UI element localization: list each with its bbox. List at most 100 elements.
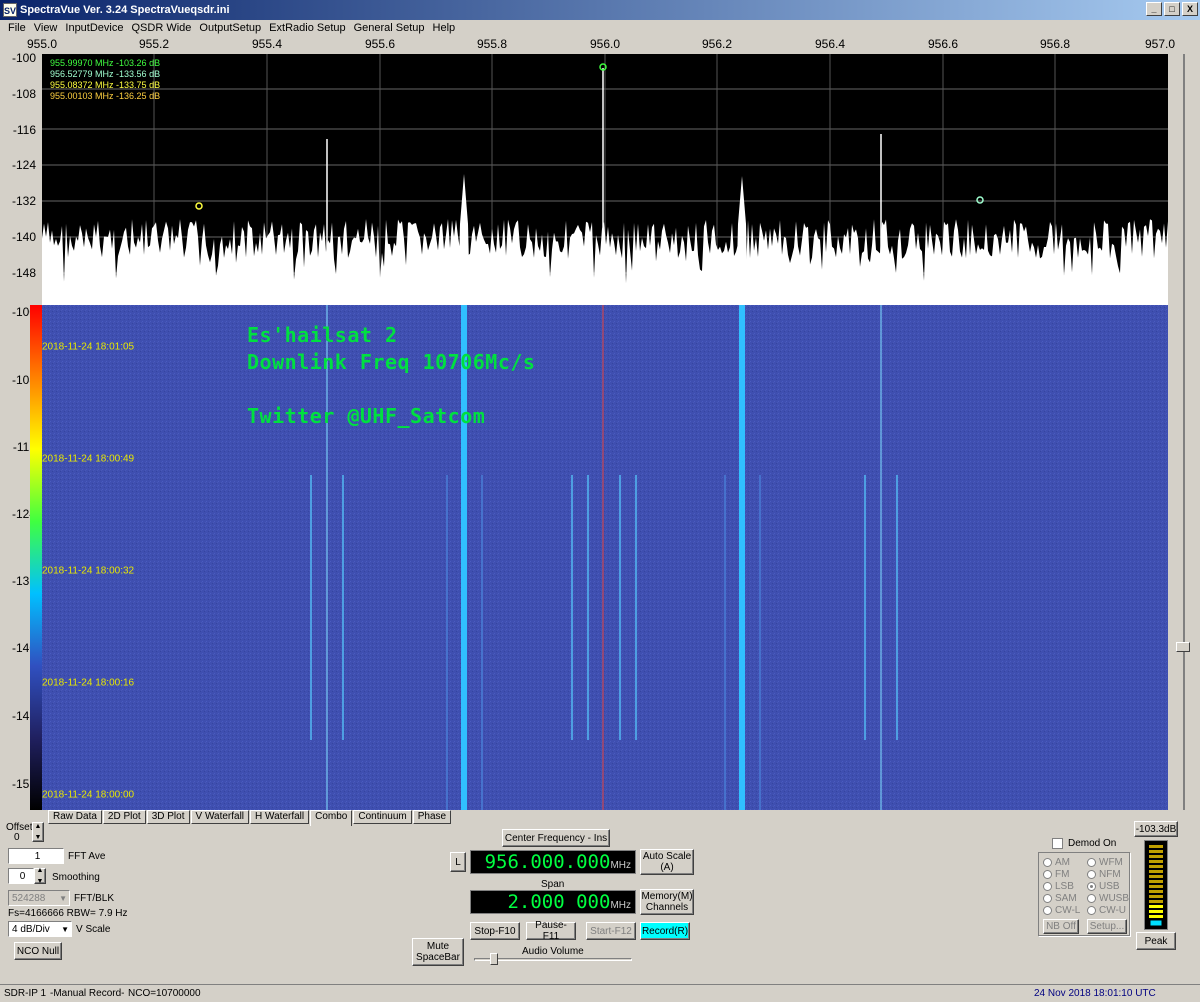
maximize-button[interactable]: □ [1164,2,1180,16]
smoothing-input[interactable]: 0 [8,868,34,884]
vscale-label: V Scale [76,924,111,935]
radio-circle [1087,906,1096,915]
center-frequency-value: 956.000.000 [484,851,611,873]
radio-circle [1043,858,1052,867]
status-bar: SDR-IP 1 -Manual Record- NCO=10700000 24… [0,984,1200,1002]
menu-bar: File View InputDevice QSDR Wide OutputSe… [0,20,1200,36]
offset-value: 0 [14,832,20,843]
vscale-value: 4 dB/Div [12,924,50,935]
waterfall-timestamp: 2018-11-24 18:00:00 [42,789,135,801]
demod-on-checkbox[interactable] [1052,838,1063,849]
view-tabs: Raw Data 2D Plot 3D Plot V Waterfall H W… [48,810,452,826]
radio-cw-u: CW-U [1087,905,1126,916]
radio-circle [1043,906,1052,915]
audio-volume-label: Audio Volume [522,946,584,957]
offset-spinner[interactable]: ▲ ▼ [32,822,44,842]
close-button[interactable]: X [1182,2,1198,16]
status-mode: -Manual Record- [50,988,125,999]
pause-button[interactable]: Pause-F11 [526,920,576,942]
freq-tick-label: 956.8 [1039,37,1071,51]
waterfall-color-scale [30,305,42,810]
tab-phase[interactable]: Phase [412,810,452,824]
radio-cw-l: CW-L [1043,905,1080,916]
window-title: SpectraVue Ver. 3.24 SpectraVueqsdr.ini [20,4,230,16]
record-button[interactable]: Record(R) [640,922,690,940]
marker-readout: 955.00103 MHz -136.25 dB [50,91,161,101]
tab-h-waterfall[interactable]: H Waterfall [250,810,310,824]
waterfall-plot[interactable]: Es'hailsat 2 Downlink Freq 10706Mc/s Twi… [42,305,1168,810]
span-label: Span [541,879,565,890]
tab-raw-data[interactable]: Raw Data [48,810,102,824]
center-frequency-display[interactable]: 956.000.000MHz [470,850,636,874]
menu-view[interactable]: View [30,20,62,36]
freq-tick-label: 956.4 [814,37,846,51]
center-frequency-button[interactable]: Center Frequency - Ins [502,829,610,847]
nco-null-button[interactable]: NCO Null [14,942,62,960]
nb-off-button: NB Off [1043,919,1079,934]
menu-extradio-setup[interactable]: ExtRadio Setup [265,20,349,36]
menu-help[interactable]: Help [429,20,460,36]
menu-general-setup[interactable]: General Setup [350,20,429,36]
mute-button[interactable]: Mute SpaceBar [412,938,464,966]
tab-2d-plot[interactable]: 2D Plot [102,810,146,824]
smoothing-label: Smoothing [52,872,100,883]
fft-ave-label: FFT Ave [68,851,106,862]
marker-readout: 956.52779 MHz -133.56 dB [50,69,161,79]
l-button[interactable]: L [450,852,466,872]
span-display[interactable]: 2.000 000MHz [470,890,636,914]
auto-scale-button[interactable]: Auto Scale (A) [640,849,694,875]
tab-v-waterfall[interactable]: V Waterfall [190,810,250,824]
smoothing-spinner[interactable]: ▲ ▼ [34,867,46,885]
tab-combo[interactable]: Combo [310,810,353,826]
vscale-select[interactable]: 4 dB/Div ▼ [8,921,72,937]
radio-label: WUSB [1099,893,1129,904]
freq-unit: MHz [610,860,631,871]
fft-blk-value: 524288 [12,893,46,904]
level-readout: -103.3dB [1134,821,1178,837]
status-device: SDR-IP 1 [4,988,47,999]
tab-continuum[interactable]: Continuum [353,810,412,824]
radio-sam: SAM [1043,893,1077,904]
radio-label: WFM [1099,857,1123,868]
memory-channels-button[interactable]: Memory(M) Channels [640,889,694,915]
fft-blk-select: 524288 ▼ [8,890,70,906]
menu-file[interactable]: File [4,20,30,36]
spectrum-plot[interactable]: 955.99970 MHz -103.26 dB 956.52779 MHz -… [42,54,1168,305]
marker-readout: 955.08372 MHz -133.75 dB [50,80,161,90]
radio-nfm: NFM [1087,869,1121,880]
demod-mode-group: AM FM LSB SAM CW-L WFM NFM USB WUSB CW-U… [1038,852,1130,936]
radio-circle [1043,882,1052,891]
spectrum-y-label: -132 [11,194,36,208]
minimize-button[interactable]: _ [1146,2,1162,16]
spectrum-y-label: -100 [11,51,36,65]
spectrum-y-label: -108 [11,87,36,101]
radio-circle [1043,870,1052,879]
level-slider[interactable] [1176,54,1192,810]
demod-on-label: Demod On [1068,838,1117,849]
freq-tick-label: 956.0 [589,37,621,51]
stop-button[interactable]: Stop-F10 [470,922,520,940]
fs-rbw-readout: Fs=4166666 RBW= 7.9 Hz [8,908,128,919]
freq-tick-label: 955.8 [476,37,508,51]
overlay-downlink-freq: Downlink Freq 10706Mc/s [247,350,536,374]
waterfall-svg [42,305,1168,810]
peak-button[interactable]: Peak [1136,932,1176,950]
waterfall-timestamp: 2018-11-24 18:00:49 [42,453,135,465]
slider-thumb[interactable] [1176,642,1190,652]
title-bar: SV SpectraVue Ver. 3.24 SpectraVueqsdr.i… [0,0,1200,20]
menu-qsdr-wide[interactable]: QSDR Wide [127,20,195,36]
span-value: 2.000 000 [507,891,611,913]
menu-outputsetup[interactable]: OutputSetup [195,20,265,36]
radio-wfm: WFM [1087,857,1123,868]
freq-tick-label: 955.0 [26,37,58,51]
radio-circle [1087,858,1096,867]
audio-volume-thumb[interactable] [490,953,498,965]
radio-fm: FM [1043,869,1069,880]
fft-ave-input[interactable]: 1 [8,848,64,864]
radio-wusb: WUSB [1087,893,1129,904]
radio-label: LSB [1055,881,1074,892]
menu-inputdevice[interactable]: InputDevice [61,20,127,36]
tab-3d-plot[interactable]: 3D Plot [146,810,190,824]
freq-tick-label: 956.6 [927,37,959,51]
spectrum-y-label: -116 [12,123,36,137]
